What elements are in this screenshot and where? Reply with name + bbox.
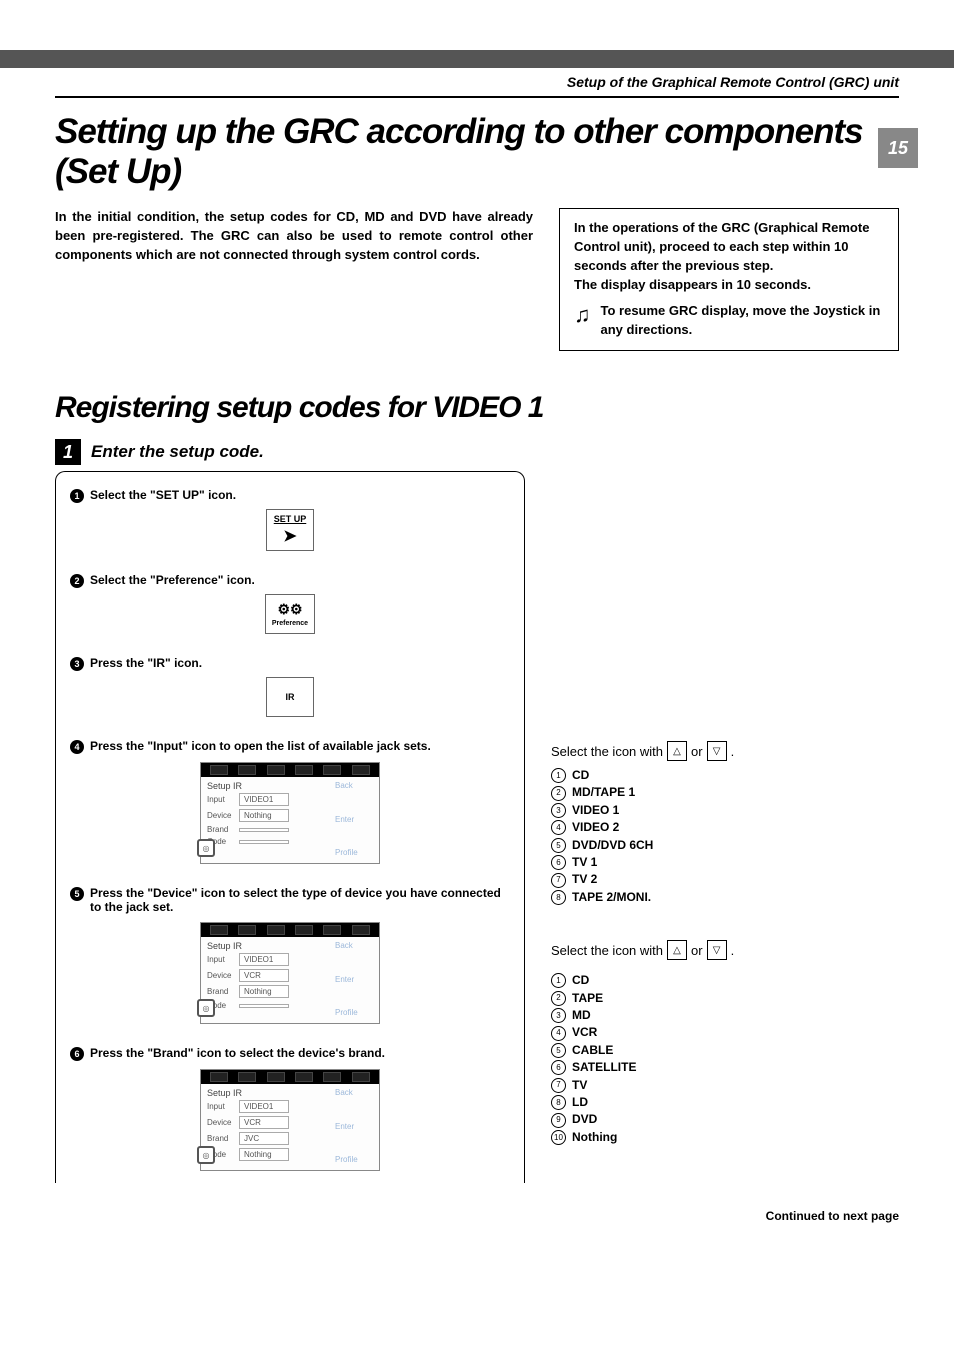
target-icon: ◎ — [197, 839, 215, 857]
note-line-2: The display disappears in 10 seconds. — [574, 276, 884, 295]
step-label: Enter the setup code. — [91, 442, 264, 462]
ir-icon-label: IR — [286, 692, 295, 702]
substep-6-text: Press the "Brand" icon to select the dev… — [90, 1046, 385, 1060]
preference-icon: ⚙⚙ Preference — [265, 594, 315, 634]
substep-1-text: Select the "SET UP" icon. — [90, 488, 236, 502]
substep-4-text: Press the "Input" icon to open the list … — [90, 739, 431, 753]
page-number-badge: 15 — [878, 128, 918, 168]
setup-icon: SET UP ➤ — [266, 509, 314, 551]
ss-title: Setup IR — [207, 781, 329, 791]
triangle-down-icon: ▽ — [707, 741, 727, 761]
input-jack-list: 1CD 2MD/TAPE 1 3VIDEO 1 4VIDEO 2 5DVD/DV… — [551, 767, 899, 906]
section-title: Registering setup codes for VIDEO 1 — [55, 391, 899, 425]
preference-icon-label: Preference — [272, 620, 308, 627]
triangle-down-icon: ▽ — [707, 940, 727, 960]
target-icon: ◎ — [197, 999, 215, 1017]
intro-paragraph: In the initial condition, the setup code… — [55, 208, 533, 265]
triangle-up-icon: △ — [667, 940, 687, 960]
grc-screenshot-input: Setup IR InputVIDEO1 DeviceNothing Brand… — [200, 762, 380, 864]
setup-icon-label: SET UP — [274, 514, 307, 524]
select-instruction-1: Select the icon with △ or ▽ . — [551, 741, 899, 761]
note-tip: To resume GRC display, move the Joystick… — [601, 302, 885, 340]
grc-screenshot-device: Setup IR InputVIDEO1 DeviceVCR BrandNoth… — [200, 922, 380, 1024]
select-instruction-2: Select the icon with △ or ▽ . — [551, 940, 899, 960]
substep-2-bullet: 2 — [70, 574, 84, 588]
continued-label: Continued to next page — [55, 1209, 899, 1223]
substep-2-text: Select the "Preference" icon. — [90, 573, 255, 587]
substep-6-bullet: 6 — [70, 1047, 84, 1061]
ir-icon: IR — [266, 677, 314, 717]
substep-3-bullet: 3 — [70, 657, 84, 671]
top-grey-bar — [0, 50, 954, 68]
note-box: In the operations of the GRC (Graphical … — [559, 208, 899, 351]
substep-5-bullet: 5 — [70, 887, 84, 901]
step-number-box: 1 — [55, 439, 81, 465]
step-instructions-box: 1 Select the "SET UP" icon. SET UP ➤ 2 S… — [55, 471, 525, 1183]
grc-screenshot-brand: Setup IR InputVIDEO1 DeviceVCR BrandJVC … — [200, 1069, 380, 1171]
note-line-1: In the operations of the GRC (Graphical … — [574, 219, 884, 276]
substep-1-bullet: 1 — [70, 489, 84, 503]
gears-icon: ⚙⚙ — [277, 601, 302, 618]
substep-3-text: Press the "IR" icon. — [90, 656, 202, 670]
page-title: Setting up the GRC according to other co… — [55, 112, 899, 192]
target-icon: ◎ — [197, 1146, 215, 1164]
substep-5-text: Press the "Device" icon to select the ty… — [90, 886, 510, 914]
music-note-icon: ♫ — [574, 304, 591, 326]
device-type-list: 1CD 2TAPE 3MD 4VCR 5CABLE 6SATELLITE 7TV… — [551, 972, 899, 1146]
triangle-up-icon: △ — [667, 741, 687, 761]
substep-4-bullet: 4 — [70, 740, 84, 754]
section-header: Setup of the Graphical Remote Control (G… — [55, 74, 899, 98]
cursor-icon: ➤ — [283, 526, 296, 546]
